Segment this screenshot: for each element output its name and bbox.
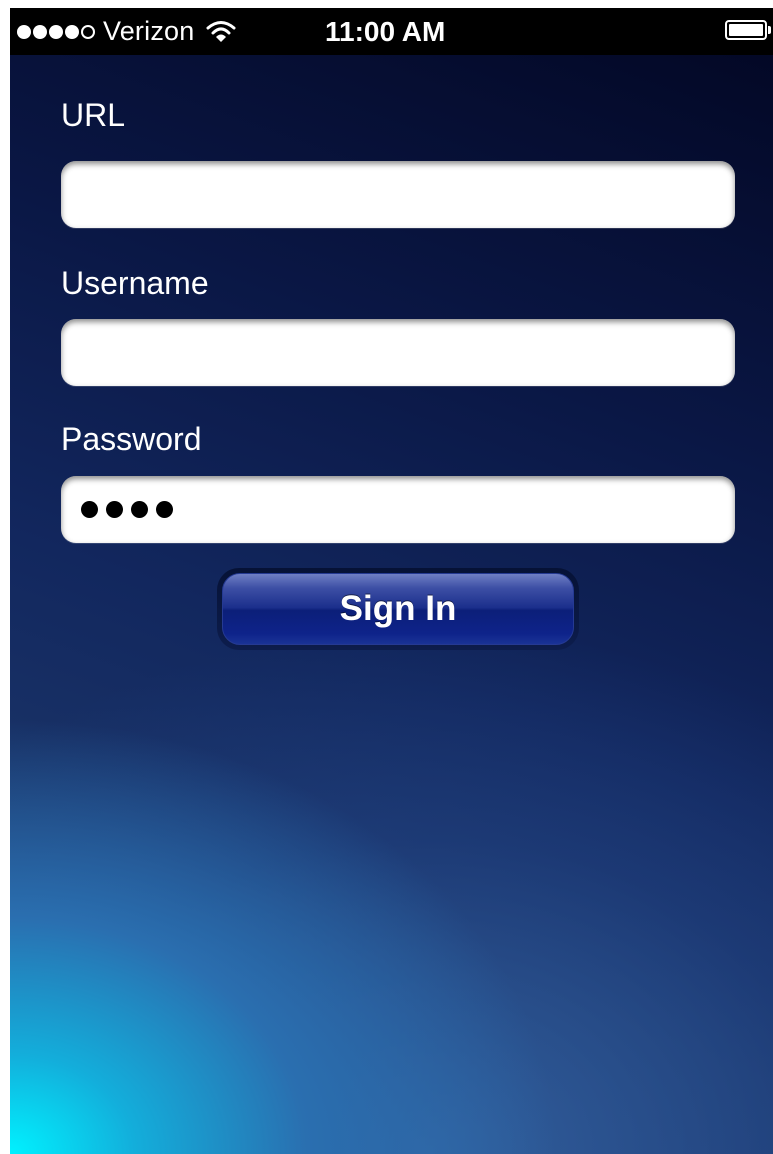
status-time: 11:00 AM [325, 15, 446, 47]
wifi-icon [206, 20, 236, 44]
sign-in-label: Sign In [222, 573, 574, 645]
signal-strength-icon [17, 24, 95, 39]
password-label: Password [61, 421, 202, 457]
url-label: URL [61, 97, 126, 133]
carrier-name: Verizon [103, 16, 195, 46]
login-form: URL Username Password Sign In [10, 55, 773, 1154]
signal-dot-empty [81, 24, 95, 39]
password-mask-dot [156, 501, 173, 518]
password-mask [81, 501, 173, 518]
battery-icon [725, 20, 771, 40]
status-bar: Verizon 11:00 AM [10, 8, 773, 55]
status-left: Verizon [17, 8, 236, 55]
signal-dot [33, 24, 47, 39]
signal-dot [65, 24, 79, 39]
username-field[interactable] [61, 319, 735, 386]
password-mask-dot [81, 501, 98, 518]
battery-body [725, 20, 767, 40]
password-mask-dot [106, 501, 123, 518]
password-field[interactable] [61, 476, 735, 543]
url-field[interactable] [61, 161, 735, 228]
username-label: Username [61, 265, 209, 301]
signal-dot [49, 24, 63, 39]
battery-tip [768, 26, 771, 34]
sign-in-button[interactable]: Sign In [217, 568, 579, 650]
battery-fill [729, 24, 763, 36]
signal-dot [17, 24, 31, 39]
password-mask-dot [131, 501, 148, 518]
phone-screen: Verizon 11:00 AM URL Username Password S… [10, 8, 773, 1154]
